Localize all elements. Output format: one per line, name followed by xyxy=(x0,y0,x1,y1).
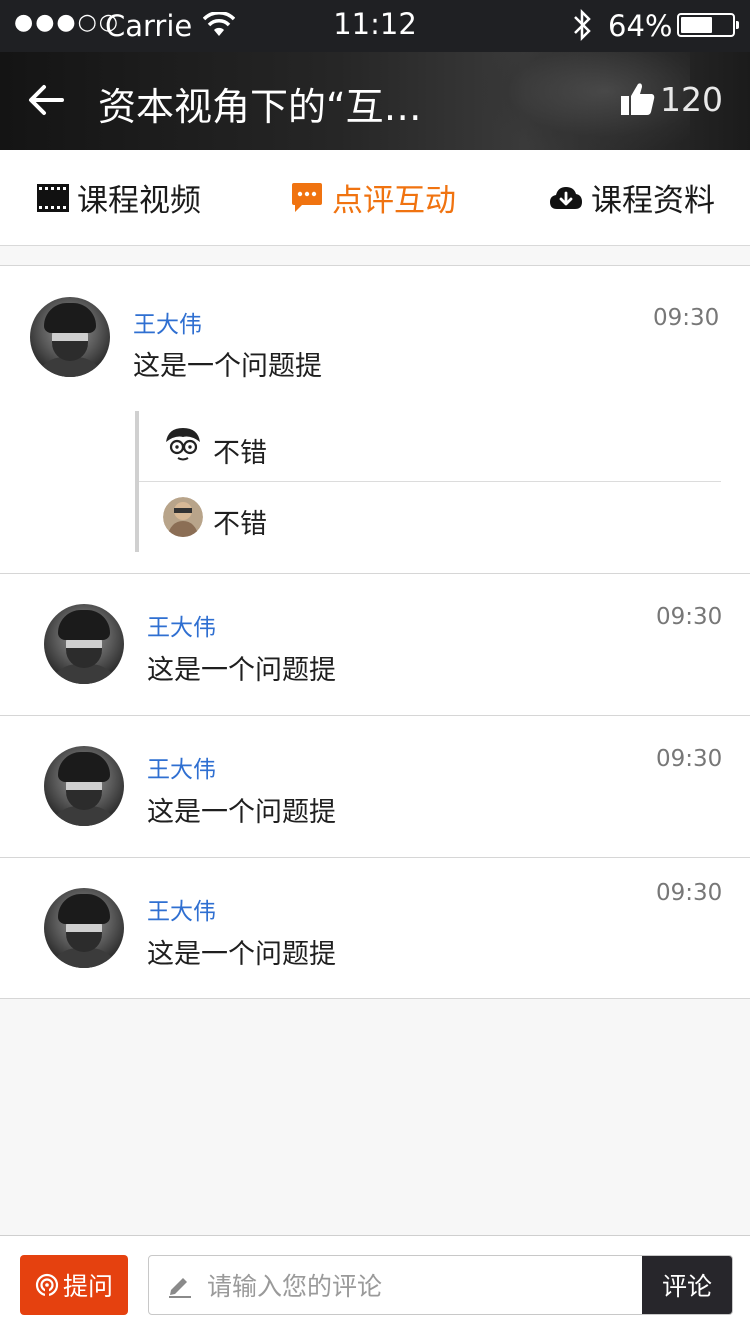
tab-course-video[interactable]: 课程视频 xyxy=(37,150,201,245)
broadcast-icon xyxy=(35,1273,59,1297)
comment-time: 09:30 xyxy=(656,604,723,630)
tab-label: 课程资料 xyxy=(591,183,715,219)
comment-item: 王大伟 09:30 这是一个问题提 xyxy=(0,857,750,999)
comment-input[interactable] xyxy=(205,1256,639,1314)
comment-text: 这是一个问题提 xyxy=(147,939,336,970)
comment-input-bar: 提问 评论 xyxy=(0,1235,750,1335)
status-bar: ●●●○○ Carrie 11:12 64% xyxy=(0,0,750,52)
username[interactable]: 王大伟 xyxy=(147,608,216,642)
film-icon xyxy=(37,183,69,212)
submit-comment-button[interactable]: 评论 xyxy=(642,1256,732,1314)
cloud-download-icon xyxy=(549,185,583,211)
avatar[interactable] xyxy=(44,888,124,968)
reply-item: 不错 xyxy=(139,411,721,481)
avatar[interactable] xyxy=(44,746,124,826)
tab-comments-interaction[interactable]: 点评互动 xyxy=(290,150,456,245)
page-title: 资本视角下的“互… xyxy=(98,85,422,129)
ask-question-button[interactable]: 提问 xyxy=(20,1255,128,1315)
like-count: 120 xyxy=(660,80,723,119)
comment-item: 王大伟 09:30 这是一个问题提 不错 不错 xyxy=(0,265,750,573)
ask-question-label: 提问 xyxy=(62,1272,113,1301)
comment-time: 09:30 xyxy=(656,880,723,906)
header: 资本视角下的“互… 120 xyxy=(0,52,750,150)
comment-text: 这是一个问题提 xyxy=(133,351,322,382)
cartoon-avatar-icon xyxy=(163,426,203,466)
comment-list: 王大伟 09:30 这是一个问题提 不错 不错 王大伟 09:30 这是一个问题… xyxy=(0,265,750,999)
tab-label: 点评互动 xyxy=(332,183,456,219)
comment-text: 这是一个问题提 xyxy=(147,655,336,686)
comment-time: 09:30 xyxy=(656,746,723,772)
reply-text: 不错 xyxy=(213,438,267,469)
reply-text: 不错 xyxy=(213,509,267,540)
comment-item: 王大伟 09:30 这是一个问题提 xyxy=(0,715,750,857)
avatar[interactable] xyxy=(30,297,110,377)
bluetooth-icon xyxy=(570,7,594,50)
username[interactable]: 王大伟 xyxy=(147,750,216,784)
tab-label: 课程视频 xyxy=(77,183,201,219)
battery-percent: 64% xyxy=(608,9,673,43)
avatar[interactable] xyxy=(44,604,124,684)
comment-field: 评论 xyxy=(148,1255,733,1315)
tab-course-materials[interactable]: 课程资料 xyxy=(549,150,715,245)
photo-avatar-icon xyxy=(163,497,203,537)
username[interactable]: 王大伟 xyxy=(133,305,202,339)
header-background-image xyxy=(480,52,690,150)
tab-bar: 课程视频 点评互动 课程资料 xyxy=(0,150,750,246)
comment-icon xyxy=(290,181,324,215)
thumbs-up-icon[interactable] xyxy=(620,81,656,117)
reply-item: 不错 xyxy=(139,481,721,552)
battery-icon xyxy=(677,13,739,37)
comment-text: 这是一个问题提 xyxy=(147,797,336,828)
back-arrow-icon[interactable] xyxy=(26,80,66,120)
pencil-icon xyxy=(167,1272,193,1302)
comment-item: 王大伟 09:30 这是一个问题提 xyxy=(0,573,750,715)
reply-thread: 不错 不错 xyxy=(135,411,721,552)
username[interactable]: 王大伟 xyxy=(147,892,216,926)
comment-time: 09:30 xyxy=(653,305,720,331)
